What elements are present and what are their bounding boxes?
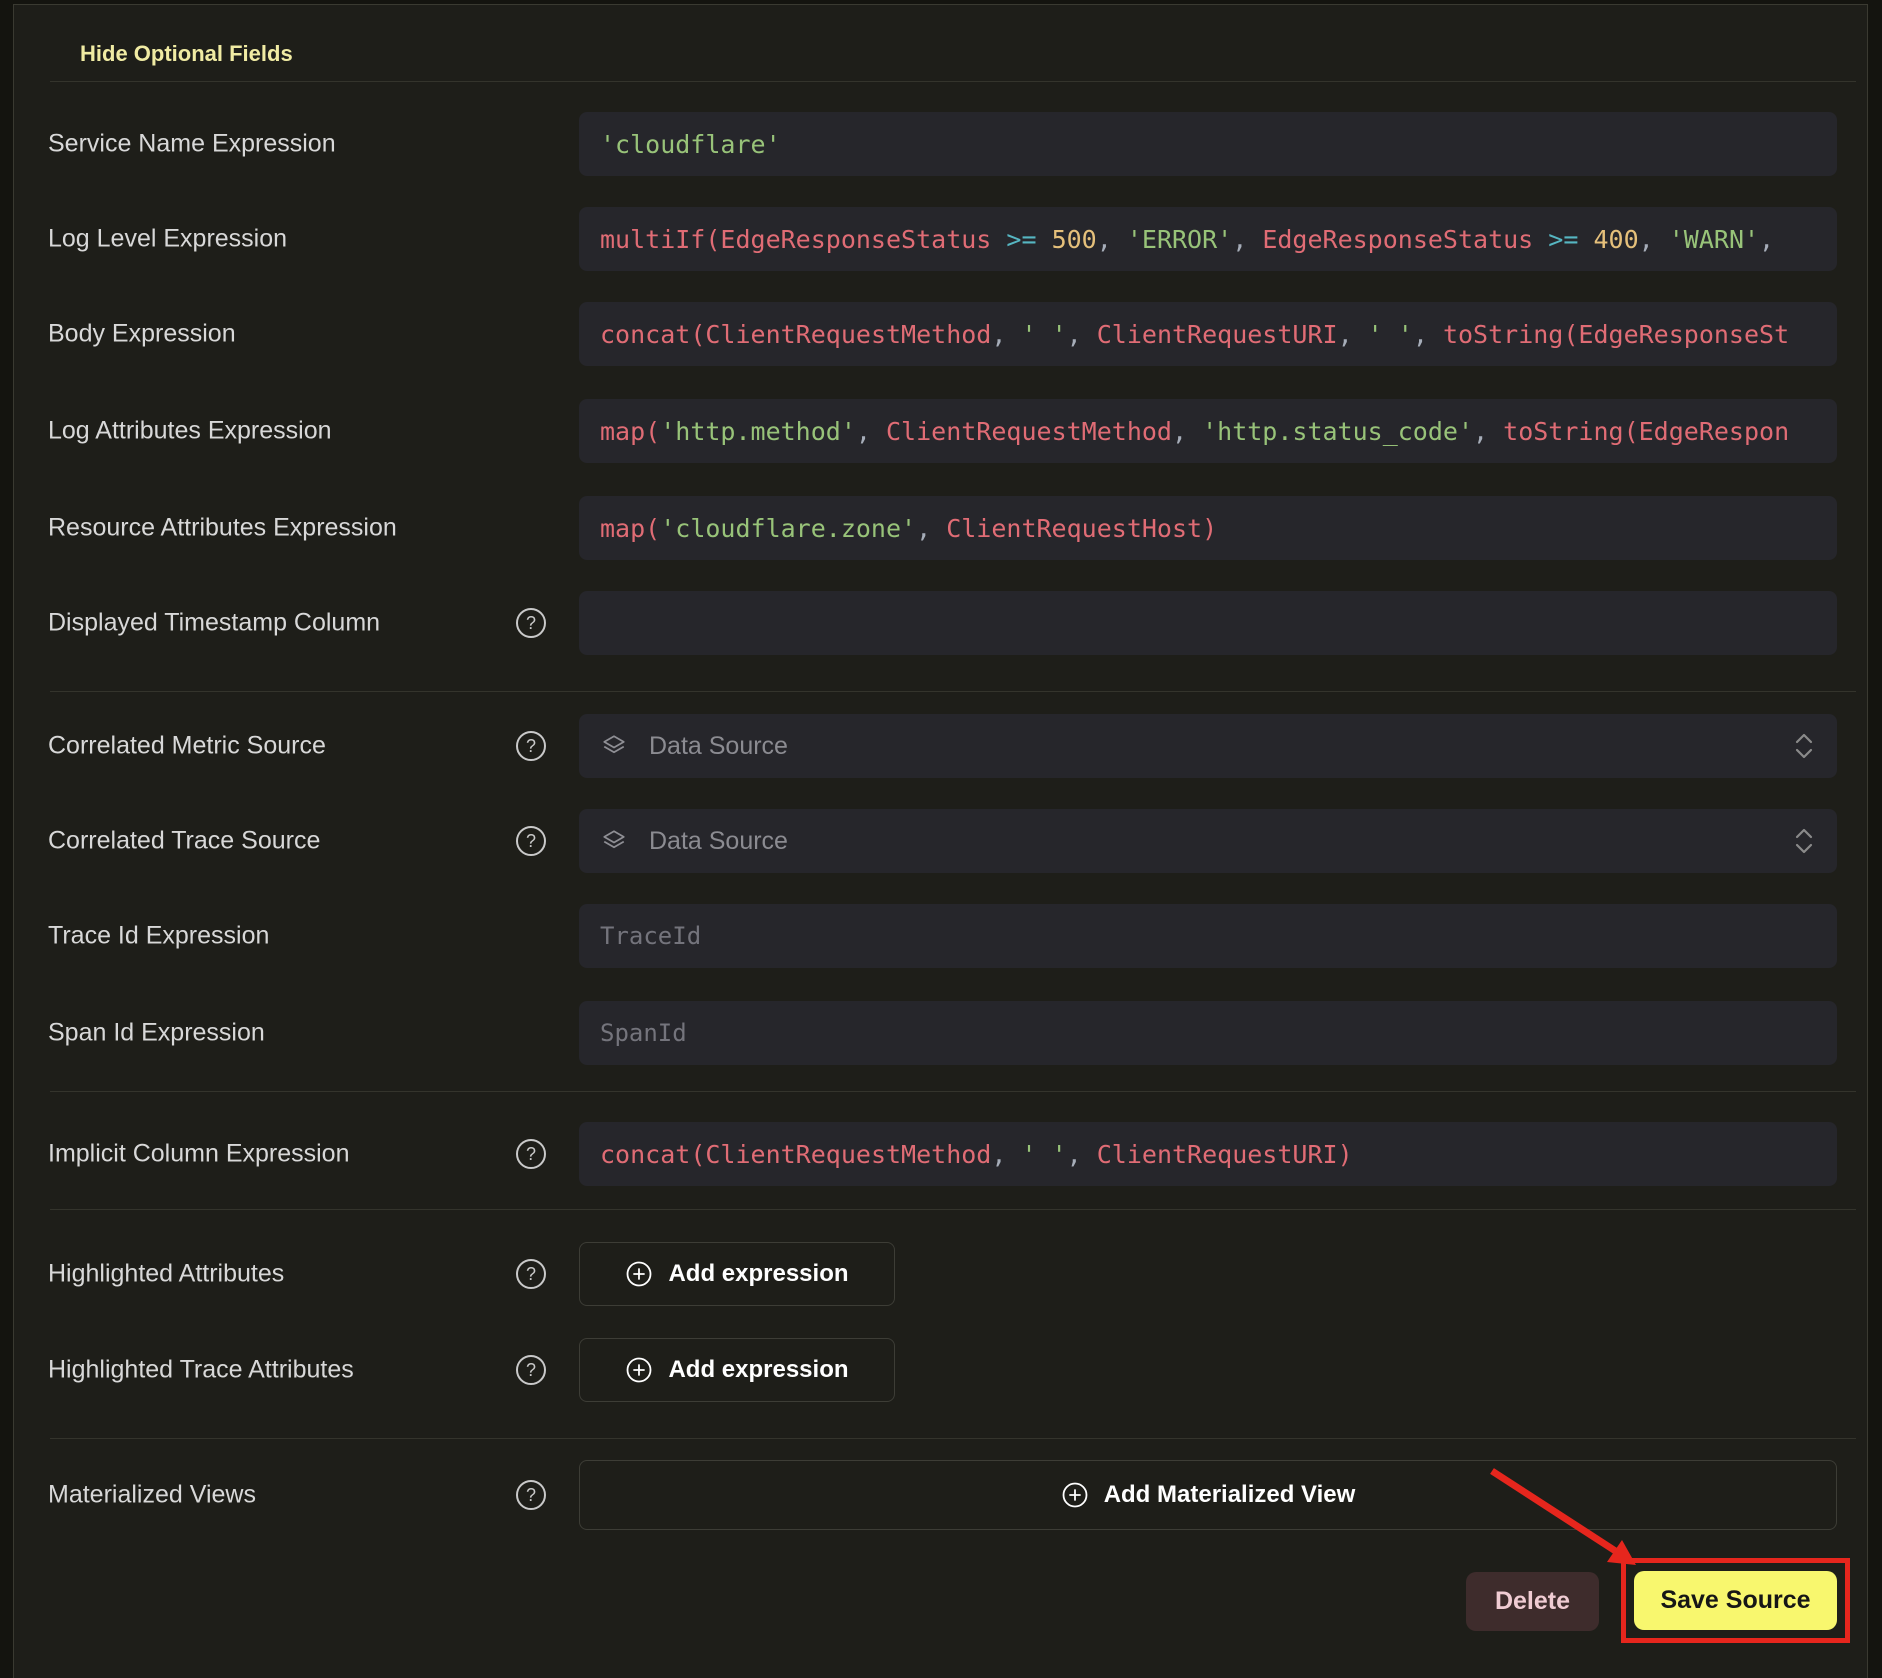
field-row-implicit-column: Implicit Column Expression ? concat(Clie… bbox=[14, 1122, 1869, 1186]
field-label: Log Attributes Expression bbox=[48, 417, 332, 446]
svg-text:?: ? bbox=[526, 1485, 536, 1505]
field-row-log-attributes: Log Attributes Expression map('http.meth… bbox=[14, 399, 1869, 463]
code-text: concat(ClientRequestMethod, ' ', ClientR… bbox=[579, 320, 1810, 349]
svg-text:?: ? bbox=[526, 613, 536, 633]
section-divider bbox=[50, 691, 1856, 692]
field-label: Body Expression bbox=[48, 320, 236, 349]
svg-text:?: ? bbox=[526, 1360, 536, 1380]
field-row-span-id: Span Id Expression bbox=[14, 1001, 1869, 1065]
save-source-button[interactable]: Save Source bbox=[1634, 1571, 1837, 1630]
plus-circle-icon bbox=[625, 1356, 653, 1384]
implicit-column-expression-input[interactable]: concat(ClientRequestMethod, ' ', ClientR… bbox=[579, 1122, 1837, 1186]
help-icon[interactable]: ? bbox=[515, 730, 547, 762]
section-divider bbox=[50, 1438, 1856, 1439]
plus-circle-icon bbox=[625, 1260, 653, 1288]
screenshot-stage: Hide Optional Fields Service Name Expres… bbox=[0, 0, 1882, 1678]
field-row-displayed-timestamp: Displayed Timestamp Column ? bbox=[14, 591, 1869, 655]
field-label: Highlighted Attributes bbox=[48, 1260, 284, 1289]
help-icon[interactable]: ? bbox=[515, 825, 547, 857]
help-icon[interactable]: ? bbox=[515, 607, 547, 639]
field-row-materialized-views: Materialized Views ? Add Materialized Vi… bbox=[14, 1460, 1869, 1530]
field-label: Correlated Trace Source bbox=[48, 827, 320, 856]
code-text: 'cloudflare' bbox=[579, 130, 802, 159]
service-name-expression-input[interactable]: 'cloudflare' bbox=[579, 112, 1837, 176]
field-label: Displayed Timestamp Column bbox=[48, 609, 380, 638]
section-divider bbox=[50, 81, 1856, 82]
field-row-log-level: Log Level Expression multiIf(EdgeRespons… bbox=[14, 207, 1869, 271]
field-row-highlighted-attributes: Highlighted Attributes ? Add expression bbox=[14, 1242, 1869, 1306]
hide-optional-fields-link[interactable]: Hide Optional Fields bbox=[80, 41, 293, 67]
trace-id-expression-input[interactable] bbox=[579, 904, 1837, 968]
help-icon[interactable]: ? bbox=[515, 1354, 547, 1386]
select-placeholder: Data Source bbox=[649, 827, 1793, 856]
field-row-correlated-metric: Correlated Metric Source ? Data Source bbox=[14, 714, 1869, 778]
log-attributes-expression-input[interactable]: map('http.method', ClientRequestMethod, … bbox=[579, 399, 1837, 463]
source-settings-panel: Hide Optional Fields Service Name Expres… bbox=[13, 4, 1868, 1678]
field-label: Materialized Views bbox=[48, 1481, 256, 1510]
section-divider bbox=[50, 1209, 1856, 1210]
button-label: Add expression bbox=[668, 1356, 848, 1384]
help-icon[interactable]: ? bbox=[515, 1138, 547, 1170]
button-label: Add Materialized View bbox=[1104, 1481, 1356, 1509]
field-label: Service Name Expression bbox=[48, 130, 336, 159]
svg-text:?: ? bbox=[526, 831, 536, 851]
field-row-service-name: Service Name Expression 'cloudflare' bbox=[14, 112, 1869, 176]
correlated-trace-source-select[interactable]: Data Source bbox=[579, 809, 1837, 873]
add-expression-button[interactable]: Add expression bbox=[579, 1338, 895, 1402]
field-label: Correlated Metric Source bbox=[48, 732, 326, 761]
help-icon[interactable]: ? bbox=[515, 1258, 547, 1290]
button-label: Add expression bbox=[668, 1260, 848, 1288]
add-materialized-view-button[interactable]: Add Materialized View bbox=[579, 1460, 1837, 1530]
field-row-highlighted-trace-attributes: Highlighted Trace Attributes ? Add expre… bbox=[14, 1338, 1869, 1402]
chevron-up-down-icon bbox=[1793, 827, 1815, 855]
span-id-expression-input[interactable] bbox=[579, 1001, 1837, 1065]
add-expression-button[interactable]: Add expression bbox=[579, 1242, 895, 1306]
field-label: Implicit Column Expression bbox=[48, 1140, 350, 1169]
field-row-resource-attributes: Resource Attributes Expression map('clou… bbox=[14, 496, 1869, 560]
body-expression-input[interactable]: concat(ClientRequestMethod, ' ', ClientR… bbox=[579, 302, 1837, 366]
field-label: Resource Attributes Expression bbox=[48, 514, 397, 543]
svg-text:?: ? bbox=[526, 1264, 536, 1284]
code-text: multiIf(EdgeResponseStatus >= 500, 'ERRO… bbox=[579, 225, 1795, 254]
select-placeholder: Data Source bbox=[649, 732, 1793, 761]
log-level-expression-input[interactable]: multiIf(EdgeResponseStatus >= 500, 'ERRO… bbox=[579, 207, 1837, 271]
code-text: map('http.method', ClientRequestMethod, … bbox=[579, 417, 1810, 446]
delete-button[interactable]: Delete bbox=[1466, 1572, 1599, 1631]
field-row-body: Body Expression concat(ClientRequestMeth… bbox=[14, 302, 1869, 366]
field-row-correlated-trace: Correlated Trace Source ? Data Source bbox=[14, 809, 1869, 873]
field-label: Log Level Expression bbox=[48, 225, 287, 254]
field-row-trace-id: Trace Id Expression bbox=[14, 904, 1869, 968]
svg-text:?: ? bbox=[526, 736, 536, 756]
plus-circle-icon bbox=[1061, 1481, 1089, 1509]
section-divider bbox=[50, 1091, 1856, 1092]
code-text: concat(ClientRequestMethod, ' ', ClientR… bbox=[579, 1140, 1374, 1169]
chevron-up-down-icon bbox=[1793, 732, 1815, 760]
displayed-timestamp-input[interactable] bbox=[579, 591, 1837, 655]
layers-stack-icon bbox=[601, 733, 627, 759]
field-label: Span Id Expression bbox=[48, 1019, 265, 1048]
field-label: Trace Id Expression bbox=[48, 922, 269, 951]
layers-stack-icon bbox=[601, 828, 627, 854]
code-text: map('cloudflare.zone', ClientRequestHost… bbox=[579, 514, 1238, 543]
help-icon[interactable]: ? bbox=[515, 1479, 547, 1511]
field-label: Highlighted Trace Attributes bbox=[48, 1356, 354, 1385]
resource-attributes-expression-input[interactable]: map('cloudflare.zone', ClientRequestHost… bbox=[579, 496, 1837, 560]
correlated-metric-source-select[interactable]: Data Source bbox=[579, 714, 1837, 778]
svg-text:?: ? bbox=[526, 1144, 536, 1164]
